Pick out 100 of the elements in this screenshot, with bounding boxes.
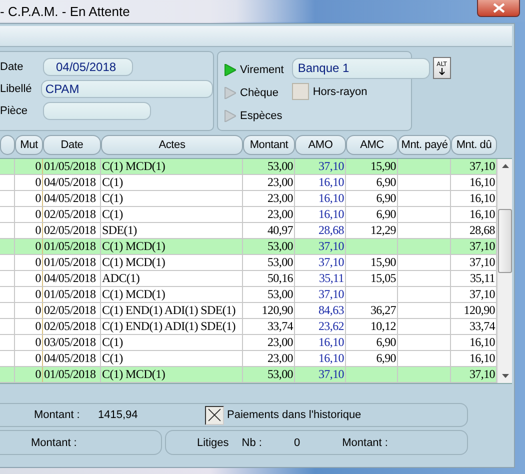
table-cell: 0 [15,303,43,318]
column-header[interactable] [0,135,15,155]
table-cell: C(1) MCD(1) [101,367,243,382]
table-cell: 23,62 [295,319,346,334]
triangle-icon[interactable] [224,64,236,76]
table-cell: 12,29 [346,223,398,238]
table-cell: 04/05/2018 [43,271,101,286]
table-row[interactable]: 0 04/05/2018 C(1) 23,00 16,10 6,90 16,10 [0,191,497,207]
table-cell: 53,00 [243,255,295,270]
table-cell: 23,00 [243,335,295,350]
column-header[interactable]: Mnt. payé [398,135,451,155]
triangle-icon[interactable] [224,86,236,99]
text-field[interactable]: 04/05/2018 [43,58,133,76]
table-row[interactable]: 0 02/05/2018 C(1) 23,00 16,10 6,90 16,10 [0,207,497,223]
table-cell: 0 [15,351,43,366]
column-header[interactable]: Mut [15,135,43,155]
column-header[interactable]: Montant [243,135,295,155]
table-cell: 0 [15,239,43,254]
table-row[interactable]: 0 02/05/2018 C(1) END(1) ADI(1) SDE(1) 33,74 23,62 10,12 33,74 [0,319,497,335]
table-cell: 28,68 [295,223,346,238]
field-label: Pièce [0,104,29,116]
text-field[interactable]: CPAM [41,80,213,98]
payment-option[interactable]: Virement [240,64,284,76]
table-cell: C(1) [101,191,243,206]
table-cell: 6,90 [346,191,398,206]
table-cell: 6,90 [346,207,398,222]
column-header[interactable]: Actes [101,135,243,155]
table-cell: 01/05/2018 [43,239,101,254]
table-cell: 0 [15,159,43,174]
table-cell: ADC(1) [101,271,243,286]
table-row[interactable]: 0 04/05/2018 C(1) 23,00 16,10 6,90 16,10 [0,351,497,367]
table-cell: C(1) [101,351,243,366]
table-cell: 37,10 [295,239,346,254]
table-cell: 84,63 [295,303,346,318]
table-cell: 04/05/2018 [43,351,101,366]
table-cell: 33,74 [243,319,295,334]
amount-label: Montant : [34,409,81,421]
table-row[interactable]: 0 01/05/2018 C(1) MCD(1) 53,00 37,10 37,10 [0,287,497,303]
down-arrow-icon [438,68,445,75]
table-cell: 03/05/2018 [43,335,101,350]
table-row[interactable]: 0 03/05/2018 C(1) 23,00 16,10 6,90 16,10 [0,335,497,351]
table-cell: 0 [15,335,43,350]
table-cell: 6,90 [346,175,398,190]
table-cell: 120,90 [243,303,295,318]
scroll-thumb[interactable] [498,209,512,273]
close-icon [492,3,504,13]
scroll-down-icon[interactable] [500,373,510,379]
table-row[interactable]: 0 01/05/2018 C(1) MCD(1) 53,00 37,10 15,90 37,10 [0,159,497,175]
table-cell: 6,90 [346,335,398,350]
table-row[interactable]: 0 01/05/2018 C(1) MCD(1) 53,00 37,10 37,10 [0,239,497,255]
checkbox-label: Hors-rayon [312,86,368,98]
checkbox[interactable] [292,83,309,100]
payment-option[interactable]: Chèque [240,86,279,99]
column-header[interactable]: Mnt. dû [451,135,497,155]
table-cell: 02/05/2018 [43,207,101,222]
table-cell: 37,10 [295,255,346,270]
triangle-icon[interactable] [224,110,236,122]
table-cell: SDE(1) [101,223,243,238]
table-cell: 04/05/2018 [43,191,101,206]
table-cell: 53,00 [243,287,295,302]
table-cell: C(1) [101,175,243,190]
text-field[interactable] [43,102,151,120]
table-cell: C(1) END(1) ADI(1) SDE(1) [101,303,243,318]
table-cell: 15,90 [346,159,398,174]
table-cell: 01/05/2018 [43,287,101,302]
payment-option[interactable]: Espèces [240,110,282,122]
table-cell: 37,10 [295,287,346,302]
table-cell: 10,12 [346,319,398,334]
column-header[interactable]: AMC [346,135,398,155]
table-row[interactable]: 0 04/05/2018 C(1) 23,00 16,10 6,90 16,10 [0,175,497,191]
table-row[interactable]: 0 02/05/2018 C(1) END(1) ADI(1) SDE(1) 120,90 84,63 36,27 120,90 [0,303,497,319]
amount-label: Montant : [342,436,388,448]
scrollbar[interactable] [497,159,512,383]
table-cell: 53,00 [243,159,295,174]
table-cell: 0 [15,223,43,238]
table-cell: C(1) MCD(1) [101,159,243,174]
table-row[interactable]: 0 01/05/2018 C(1) MCD(1) 53,00 37,10 37,10 [0,367,497,383]
table-row[interactable]: 0 01/05/2018 C(1) MCD(1) 53,00 37,10 15,90 37,10 [0,255,497,271]
table-cell: 02/05/2018 [43,319,101,334]
table-cell: C(1) [101,207,243,222]
table-cell: 6,90 [346,351,398,366]
table-cell: C(1) MCD(1) [101,255,243,270]
table-row[interactable]: 0 02/05/2018 SDE(1) 40,97 28,68 12,29 28,68 [0,223,497,239]
column-header[interactable]: AMO [295,135,346,155]
checkbox[interactable] [205,406,224,424]
table-cell: 02/05/2018 [43,303,101,318]
table-cell: C(1) MCD(1) [101,239,243,254]
table-cell: 16,10 [295,191,346,206]
table-cell: 16,10 [295,335,346,350]
scroll-up-icon[interactable] [500,163,510,169]
table-cell: 16,10 [295,351,346,366]
bank-field[interactable]: Banque 1 [292,58,430,78]
column-header[interactable]: Date [43,135,101,155]
table-cell: 0 [15,271,43,286]
amount-value: 1415,94 [98,409,139,421]
table-row[interactable]: 0 04/05/2018 ADC(1) 50,16 35,11 15,05 35,11 [0,271,497,287]
close-button[interactable] [477,0,520,17]
table-cell: 53,00 [243,367,295,382]
count-label: Nb : [242,436,262,448]
table-cell: 23,00 [243,175,295,190]
